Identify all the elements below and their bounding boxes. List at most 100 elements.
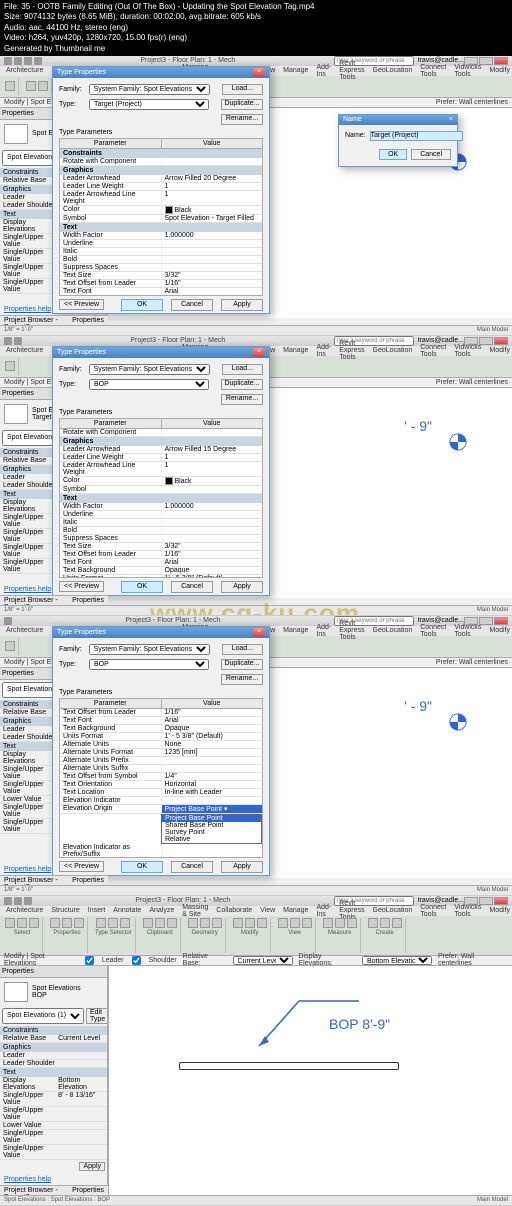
leader-checkbox[interactable] <box>83 956 96 965</box>
param-value[interactable]: 1.000000 <box>162 232 263 239</box>
apply-button[interactable]: Apply <box>79 1162 105 1171</box>
param-row[interactable]: Leader ArrowheadArrow Filled 15 Degree <box>60 446 262 454</box>
duplicate-button[interactable]: Duplicate... <box>221 379 263 390</box>
param-value[interactable]: Opaque <box>162 725 263 732</box>
duplicate-button[interactable]: Duplicate... <box>221 99 263 110</box>
close-icon[interactable]: × <box>253 348 265 357</box>
ribbon-icon[interactable] <box>200 918 210 928</box>
dropdown-option[interactable]: Project Base Point <box>162 815 261 822</box>
param-row[interactable]: Text FontArial <box>60 559 262 567</box>
apply-button[interactable]: Apply <box>221 299 263 311</box>
param-value[interactable]: Horizontal <box>162 781 263 788</box>
param-row[interactable]: Alternate Units Format1235 [mm] <box>60 749 262 757</box>
redo-icon[interactable] <box>34 57 42 65</box>
ribbon-tab[interactable]: Connect Tools <box>420 64 446 78</box>
undo-icon[interactable] <box>24 57 32 65</box>
param-value[interactable]: None <box>162 741 263 748</box>
cancel-button[interactable]: Cancel <box>171 861 213 873</box>
param-value[interactable]: Black <box>162 206 263 214</box>
param-row[interactable]: Bold <box>60 527 262 535</box>
ribbon-tab[interactable]: Add-Ins <box>316 64 331 78</box>
param-row[interactable]: Leader ArrowheadArrow Filled 20 Degree <box>60 175 262 183</box>
ribbon-tab[interactable]: Revit Express Tools <box>339 340 364 361</box>
param-value[interactable] <box>162 486 263 493</box>
ribbon-icon[interactable] <box>278 918 288 928</box>
family-select[interactable]: System Family: Spot Elevations <box>89 644 210 655</box>
param-value[interactable] <box>162 429 263 436</box>
ribbon-icon[interactable] <box>257 918 267 928</box>
type-select[interactable]: Target (Project) <box>89 99 209 110</box>
ribbon-tab[interactable]: Modify <box>489 627 510 634</box>
param-value[interactable]: 1/16" <box>162 280 263 287</box>
ribbon-tab[interactable]: Connect Tools <box>420 624 446 638</box>
param-value[interactable]: 1 <box>162 462 263 476</box>
ribbon-tab[interactable]: Vidwicks Tools <box>454 64 481 78</box>
param-row[interactable]: Rotate with Component <box>60 429 262 437</box>
param-value[interactable]: 3/32" <box>162 272 263 279</box>
param-row[interactable]: Width Factor1.000000 <box>60 232 262 240</box>
project-browser-tab[interactable]: Project Browser - Project3 <box>4 597 66 604</box>
properties-tab[interactable]: Properties <box>72 877 104 884</box>
param-row[interactable]: Symbol <box>60 486 262 494</box>
rel-base-select[interactable]: Current Level <box>233 956 293 965</box>
project-browser-tab[interactable]: Project Browser - Project3 <box>4 877 66 884</box>
ribbon-icon[interactable] <box>96 918 106 928</box>
edit-type-button[interactable]: Edit Type <box>86 1008 108 1024</box>
ribbon-icon[interactable] <box>335 918 345 928</box>
param-value[interactable]: 1 <box>162 183 263 190</box>
param-value[interactable]: 1' - 5 3/8" (Default) <box>162 575 263 578</box>
dropdown-option[interactable]: Relative <box>162 836 261 843</box>
rename-button[interactable]: Rename... <box>221 394 263 405</box>
load-button[interactable]: Load... <box>222 84 263 95</box>
property-row[interactable]: Leader <box>0 1052 107 1060</box>
ribbon-tab[interactable]: Connect Tools <box>420 344 446 358</box>
help-link[interactable]: Properties help <box>4 306 51 313</box>
ribbon-icon[interactable] <box>17 918 27 928</box>
param-value[interactable]: 3/32" <box>162 543 263 550</box>
ribbon-tab[interactable]: Architecture <box>6 347 43 354</box>
ribbon-icon[interactable] <box>74 918 84 928</box>
property-value[interactable]: 8' - 8 13/16" <box>58 1092 104 1106</box>
param-value[interactable] <box>162 757 263 764</box>
ok-button[interactable]: OK <box>121 299 163 311</box>
param-row[interactable]: Text OrientationHorizontal <box>60 781 262 789</box>
ribbon-tab[interactable]: Manage <box>283 67 308 74</box>
ribbon-tab[interactable]: Manage <box>283 347 308 354</box>
ribbon-icon[interactable] <box>290 918 300 928</box>
ribbon-tab[interactable]: Structure <box>51 907 79 914</box>
ribbon-icon[interactable] <box>323 918 333 928</box>
ribbon-icon[interactable] <box>5 361 15 371</box>
param-value[interactable] <box>162 256 263 263</box>
param-row[interactable]: Suppress Spaces <box>60 264 262 272</box>
ribbon-icon[interactable] <box>5 641 15 651</box>
ribbon-tab[interactable]: Add-Ins <box>316 344 331 358</box>
param-row[interactable]: Alternate Units Suffix <box>60 765 262 773</box>
close-icon[interactable]: × <box>449 116 453 123</box>
property-row[interactable]: Single/Upper Value <box>0 1145 107 1160</box>
param-value[interactable]: In-line with Leader <box>162 789 263 796</box>
ribbon-tab[interactable]: GeoLocation <box>373 627 413 634</box>
duplicate-button[interactable]: Duplicate... <box>221 659 263 670</box>
property-value[interactable] <box>58 1122 104 1129</box>
close-icon[interactable]: × <box>253 68 265 77</box>
param-row-dropdown[interactable]: Elevation OriginProject Base Point ▾ <box>60 805 262 814</box>
param-row[interactable]: Leader Arrowhead Line Weight1 <box>60 462 262 477</box>
param-row[interactable]: Rotate with Component <box>60 158 262 166</box>
ribbon-tab[interactable]: Vidwicks Tools <box>454 904 481 918</box>
ribbon-icon[interactable] <box>245 918 255 928</box>
ribbon-tab[interactable]: Revit Express Tools <box>339 620 364 641</box>
undo-icon[interactable] <box>24 897 32 905</box>
param-row[interactable]: Color Black <box>60 206 262 215</box>
ribbon-tab[interactable]: Vidwicks Tools <box>454 624 481 638</box>
help-link[interactable]: Properties help <box>4 866 51 873</box>
ribbon-icon[interactable] <box>167 918 177 928</box>
property-row[interactable]: Display ElevationsBottom Elevation <box>0 1077 107 1092</box>
property-value[interactable] <box>58 1145 104 1159</box>
param-value[interactable]: Arrow Filled 20 Degree <box>162 175 263 182</box>
param-value[interactable]: 1' - 5 3/8" (Default) <box>162 733 263 740</box>
param-value[interactable]: 1 <box>162 454 263 461</box>
rename-button[interactable]: Rename... <box>221 674 263 685</box>
ribbon-tab[interactable]: Manage <box>283 907 308 914</box>
param-value[interactable]: 1/4" <box>162 773 263 780</box>
param-value[interactable]: 1/16" <box>162 709 263 716</box>
